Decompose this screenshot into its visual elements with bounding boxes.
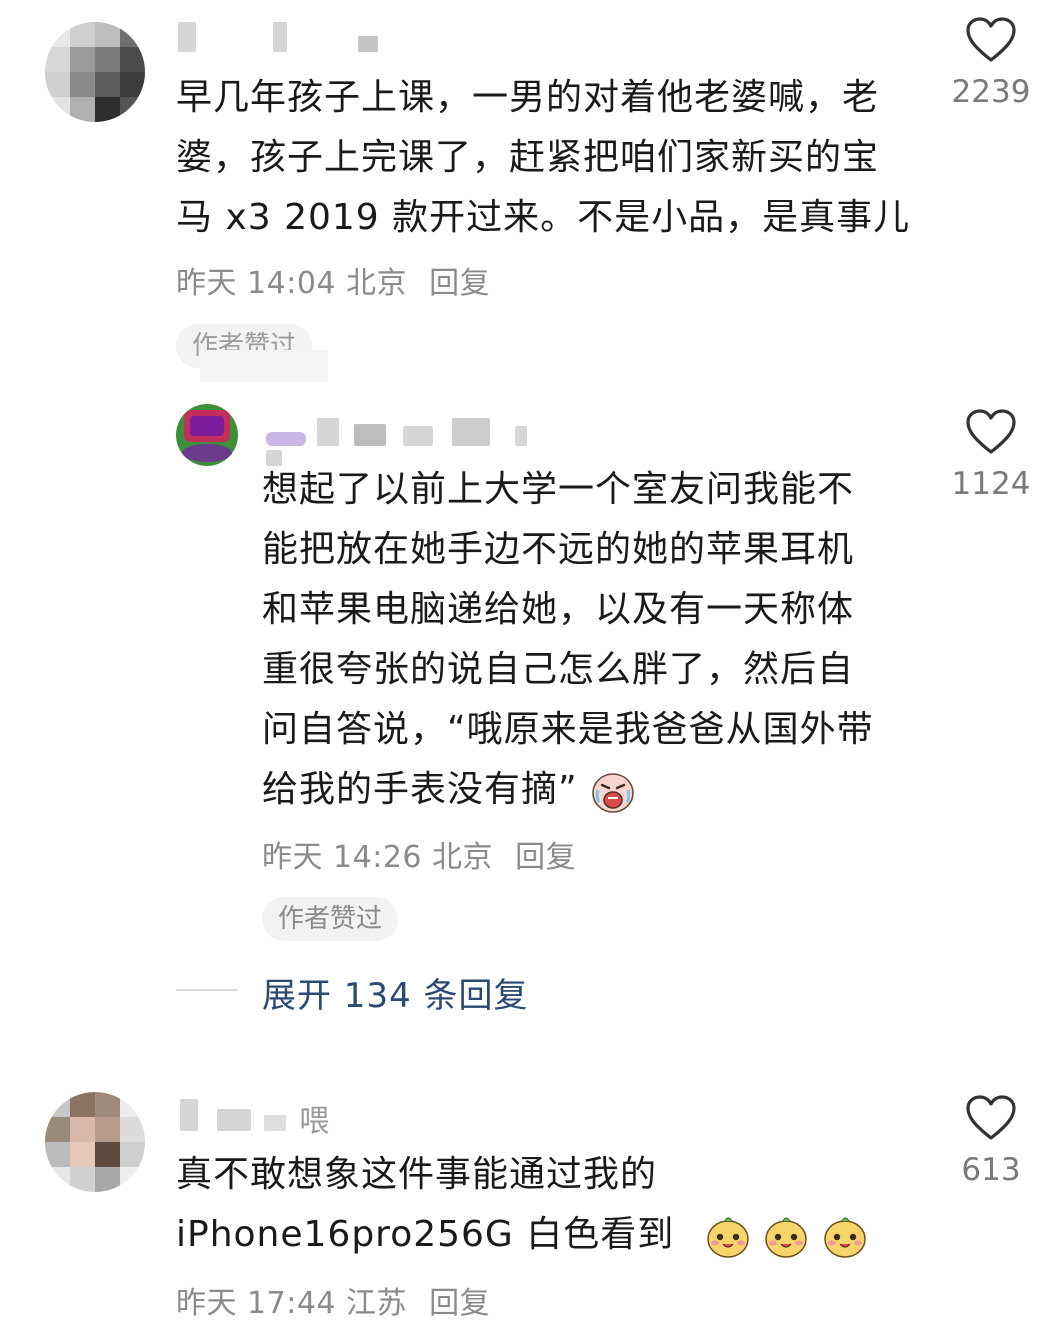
like-count: 2239 (951, 74, 1031, 110)
comment-time: 昨天 14:04 (176, 266, 336, 301)
comment-text: 真不敢想象这件事能通过我的 iPhone16pro256G 白色看到 (176, 1145, 876, 1265)
comment-line-text: iPhone16pro256G 白色看到 (176, 1214, 675, 1255)
comment-line: 和苹果电脑递给她，以及有一天称体 (262, 589, 855, 630)
heart-outline-icon (966, 17, 1016, 62)
comment-location: 北京 (432, 840, 494, 875)
comment-meta: 昨天 14:26 北京 回复 (262, 832, 576, 876)
avatar[interactable] (45, 22, 145, 122)
like-button[interactable]: 2239 (936, 16, 1046, 110)
comment-time: 昨天 14:26 (262, 840, 422, 875)
comment-line-text: 给我的手表没有摘” (262, 769, 578, 810)
reply-button[interactable]: 回复 (515, 840, 576, 875)
comment-line: 婆，孩子上完课了，赶紧把咱们家新买的宝 (176, 137, 880, 178)
comment-line: 给我的手表没有摘” (262, 760, 922, 820)
comment-line: 真不敢想象这件事能通过我的 (176, 1154, 658, 1195)
comment-line: 问自答说，“哦原来是我爸爸从国外带 (262, 709, 874, 750)
smug-face-emoji (765, 1217, 807, 1258)
username[interactable] (266, 418, 566, 466)
heart-outline-icon (966, 1095, 1016, 1140)
comment-meta: 昨天 17:44 江苏 回复 (176, 1278, 490, 1322)
comment-line: 想起了以前上大学一个室友问我能不 (262, 469, 855, 510)
comment-line: 早几年孩子上课，一男的对着他老婆喊，老 (176, 77, 880, 118)
avatar[interactable] (45, 1092, 145, 1192)
username[interactable]: 喂 (180, 1096, 400, 1139)
comment-text: 早几年孩子上课，一男的对着他老婆喊，老 婆，孩子上完课了，赶紧把咱们家新买的宝 … (176, 68, 926, 248)
like-button[interactable]: 1124 (936, 408, 1046, 502)
comment-line: 能把放在她手边不远的她的苹果耳机 (262, 529, 855, 570)
comment-location: 江苏 (346, 1286, 408, 1321)
like-count: 1124 (951, 466, 1031, 502)
expand-replies-button[interactable]: 展开 134 条回复 (262, 968, 529, 1017)
comment-location: 北京 (346, 266, 408, 301)
smug-face-emoji (706, 1217, 749, 1258)
username-text: 喂 (299, 1104, 330, 1139)
reply-button[interactable]: 回复 (429, 1286, 490, 1321)
comment-text: 想起了以前上大学一个室友问我能不 能把放在她手边不远的她的苹果耳机 和苹果电脑递… (262, 460, 922, 820)
author-like-badge: 作者赞过 (262, 897, 399, 941)
comment-meta: 昨天 14:04 北京 回复 (176, 258, 490, 302)
comment-time: 昨天 17:44 (176, 1286, 336, 1321)
comment-line: 马 x3 2019 款开过来。不是小品，是真事儿 (176, 197, 911, 238)
heart-outline-icon (966, 409, 1016, 454)
redaction-block (200, 350, 328, 382)
emoji-group (705, 1214, 868, 1258)
comment-line: 重很夸张的说自己怎么胖了，然后自 (262, 649, 855, 690)
crying-face-emoji (592, 773, 634, 813)
username[interactable] (178, 22, 418, 58)
expand-divider (176, 989, 238, 991)
author-like-label: 作者赞过 (278, 904, 383, 934)
like-count: 613 (961, 1152, 1021, 1188)
avatar[interactable] (176, 404, 238, 466)
reply-button[interactable]: 回复 (429, 266, 490, 301)
like-button[interactable]: 613 (936, 1094, 1046, 1188)
comment-line: iPhone16pro256G 白色看到 (176, 1205, 876, 1265)
smug-face-emoji (823, 1217, 866, 1258)
